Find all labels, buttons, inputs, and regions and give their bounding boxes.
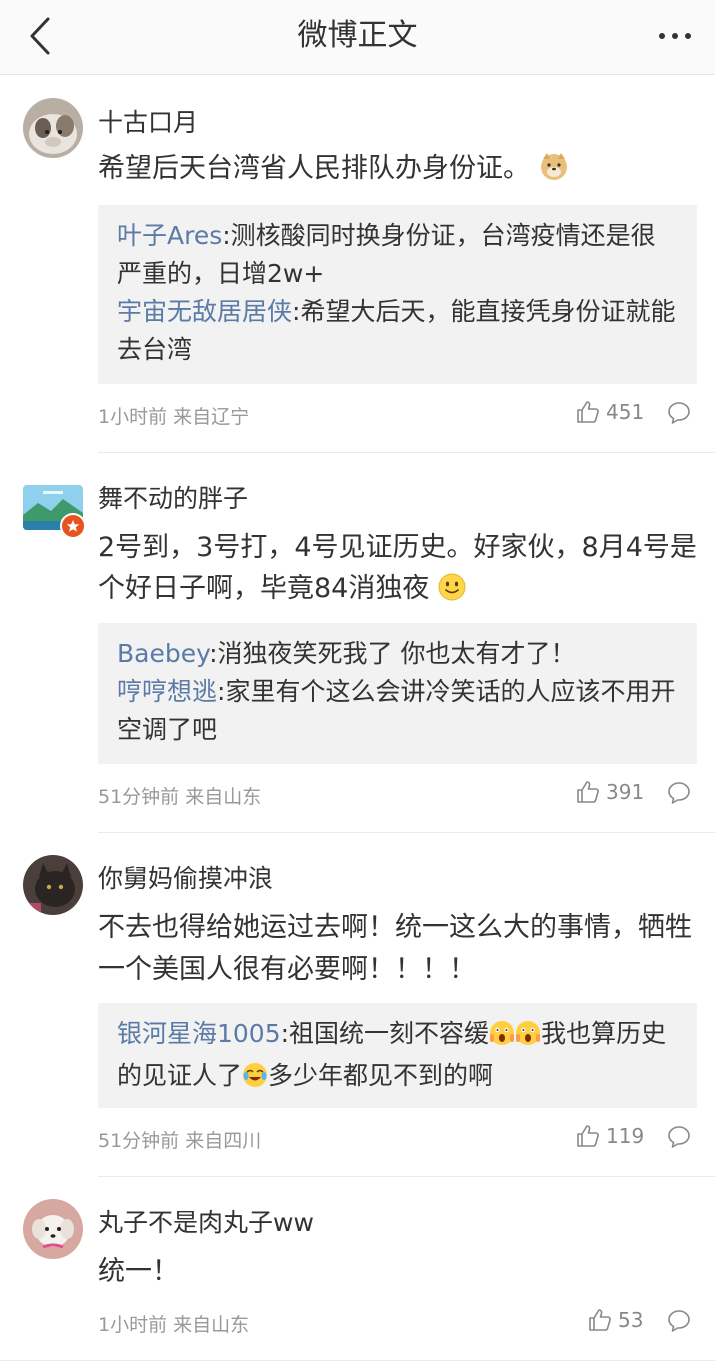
- comment-username[interactable]: 十古口月: [98, 103, 198, 139]
- avatar[interactable]: [23, 1199, 83, 1259]
- reply-username[interactable]: 叶子Ares: [117, 221, 222, 250]
- comment-source: 来自山东: [185, 786, 262, 808]
- like-count: 53: [618, 1308, 644, 1332]
- comment-text: 2号到，3号打，4号见证历史。好家伙，8月4号是个好日子啊，毕竟84消独夜: [98, 527, 698, 613]
- like-button[interactable]: 451: [576, 400, 644, 424]
- comment-meta: 1小时前 来自辽宁: [98, 402, 249, 429]
- reply-text: :祖国统一刻不容缓: [280, 1019, 490, 1048]
- top-bar: 微博正文: [0, 0, 715, 75]
- comment-time: 51分钟前: [98, 786, 180, 808]
- comment-meta: 1小时前 来自山东: [98, 1310, 249, 1337]
- reply-button[interactable]: [667, 1309, 691, 1337]
- like-count: 451: [606, 400, 645, 424]
- comment-bubble-icon: [668, 402, 690, 424]
- comment-text-body: 2号到，3号打，4号见证历史。好家伙，8月4号是个好日子啊，毕竟84消独夜: [98, 532, 697, 604]
- comment-text-body: 希望后天台湾省人民排队办身份证。: [98, 153, 530, 184]
- reply-item: 叶子Ares:测核酸同时换身份证，台湾疫情还是很严重的，日增2w+: [117, 217, 677, 293]
- divider: [0, 1360, 715, 1361]
- reply-text: 多少年都见不到的啊: [268, 1061, 494, 1090]
- dark-cat-avatar-image: [23, 855, 83, 915]
- reply-username[interactable]: 银河星海1005: [117, 1019, 281, 1048]
- comment-username[interactable]: 舞不动的胖子: [98, 479, 248, 515]
- star-icon: [66, 520, 80, 532]
- reply-username[interactable]: Baebey: [117, 639, 209, 668]
- more-dots-icon: [659, 33, 691, 39]
- reply-item: 银河星海1005:祖国统一刻不容缓 我也算历史的见证人了 多少年都见不到的啊: [117, 1015, 677, 1099]
- reply-box[interactable]: Baebey:消独夜笑死我了 你也太有才了！ 哼哼想逃:家里有个这么会讲冷笑话的…: [98, 623, 697, 764]
- reply-username[interactable]: 宇宙无敌居居侠: [117, 297, 292, 326]
- reply-button[interactable]: [667, 781, 691, 809]
- comment-meta: 51分钟前 来自四川: [98, 1126, 261, 1153]
- more-options-button[interactable]: [647, 14, 703, 58]
- like-count: 391: [606, 780, 645, 804]
- comment-time: 1小时前: [98, 406, 168, 428]
- reply-item: 宇宙无敌居居侠:希望大后天，能直接凭身份证就能去台湾: [117, 293, 677, 369]
- comment-text: 不去也得给她运过去啊！统一这么大的事情，牺牲一个美国人很有必要啊！！！！: [98, 912, 692, 985]
- comment-username[interactable]: 你舅妈偷摸冲浪: [98, 859, 273, 895]
- like-button[interactable]: 53: [588, 1308, 643, 1332]
- thumbs-up-icon: [577, 401, 599, 423]
- scream-emoji-icon: [489, 1019, 515, 1057]
- like-count: 119: [606, 1124, 645, 1148]
- thumbs-up-icon: [577, 1125, 599, 1147]
- comment-source: 来自山东: [173, 1314, 250, 1336]
- divider: [98, 452, 715, 453]
- comment-username[interactable]: 丸子不是肉丸子ww: [98, 1203, 314, 1239]
- comment-bubble-icon: [668, 1310, 690, 1332]
- cat-avatar-image: [23, 98, 83, 158]
- dog-avatar-image: [23, 1199, 83, 1259]
- comment-bubble-icon: [668, 1126, 690, 1148]
- reply-username[interactable]: 哼哼想逃: [117, 677, 217, 706]
- like-button[interactable]: 391: [576, 780, 644, 804]
- reply-box[interactable]: 银河星海1005:祖国统一刻不容缓 我也算历史的见证人了 多少年都见不到的啊: [98, 1003, 697, 1108]
- reply-item: Baebey:消独夜笑死我了 你也太有才了！: [117, 635, 677, 673]
- comment-source: 来自辽宁: [173, 406, 250, 428]
- like-button[interactable]: 119: [576, 1124, 644, 1148]
- divider: [98, 1176, 715, 1177]
- comment-time: 51分钟前: [98, 1130, 180, 1152]
- reply-button[interactable]: [667, 1125, 691, 1153]
- avatar[interactable]: [23, 855, 83, 915]
- avatar[interactable]: [23, 98, 83, 158]
- reply-box[interactable]: 叶子Ares:测核酸同时换身份证，台湾疫情还是很严重的，日增2w+ 宇宙无敌居居…: [98, 205, 697, 384]
- comment-text: 统一！: [98, 1256, 179, 1287]
- comment-time: 1小时前: [98, 1314, 168, 1336]
- tears-of-joy-emoji-icon: [242, 1061, 268, 1099]
- verified-badge: [60, 513, 86, 539]
- reply-text: :消独夜笑死我了 你也太有才了！: [209, 639, 576, 668]
- thumbs-up-icon: [589, 1309, 611, 1331]
- page-title: 微博正文: [297, 18, 418, 53]
- comment-text: 希望后天台湾省人民排队办身份证。: [98, 148, 698, 194]
- reply-button[interactable]: [667, 401, 691, 429]
- comment-bubble-icon: [668, 782, 690, 804]
- comment-meta: 51分钟前 来自山东: [98, 782, 261, 809]
- doge-emoji-icon: [539, 151, 569, 194]
- scream-emoji-icon: [515, 1019, 541, 1057]
- divider: [98, 832, 715, 833]
- thumbs-up-icon: [577, 781, 599, 803]
- reply-item: 哼哼想逃:家里有个这么会讲冷笑话的人应该不用开空调了吧: [117, 673, 677, 749]
- comment-source: 来自四川: [185, 1130, 262, 1152]
- smile-emoji-icon: [438, 572, 466, 613]
